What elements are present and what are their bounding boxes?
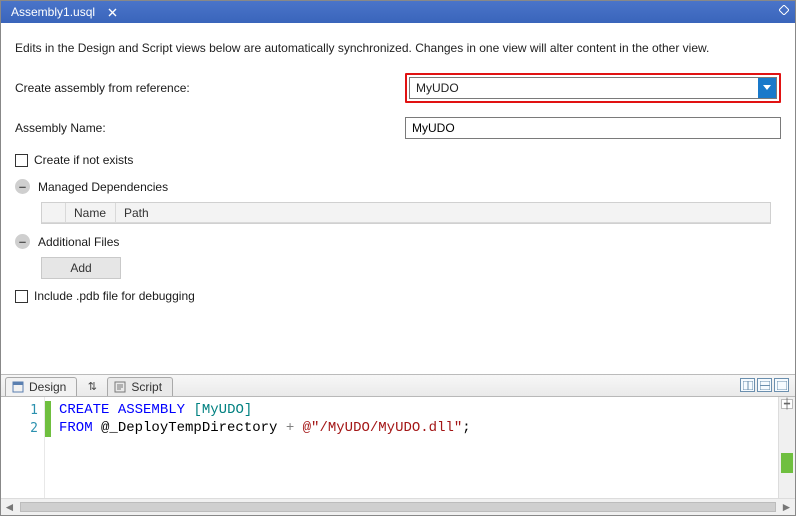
assembly-name-input[interactable]: [405, 117, 781, 139]
additional-files-label: Additional Files: [38, 235, 119, 249]
add-button-label: Add: [70, 261, 91, 275]
script-tab[interactable]: Script: [107, 377, 173, 396]
horizontal-scrollbar[interactable]: ◄ ►: [1, 498, 795, 515]
sync-notice: Edits in the Design and Script views bel…: [15, 41, 781, 55]
code-text[interactable]: CREATE ASSEMBLY [MyUDO] FROM @_DeployTem…: [51, 397, 778, 498]
swap-views-button[interactable]: ⇅: [81, 377, 103, 396]
tok-semi: ;: [462, 420, 470, 436]
document-tab-label: Assembly1.usql: [11, 5, 95, 19]
include-pdb-checkbox[interactable]: [15, 290, 28, 303]
tok-rbrack: ]: [244, 402, 252, 418]
tok-string: @"/MyUDO/MyUDO.dll": [303, 420, 463, 436]
add-button[interactable]: Add: [41, 257, 121, 279]
managed-deps-table: Name Path: [41, 202, 771, 224]
dep-col-blank: [42, 203, 66, 222]
full-view-button[interactable]: [774, 378, 789, 392]
line-number: 1: [1, 401, 44, 419]
line-number-gutter: 1 2: [1, 397, 45, 498]
script-editor: 1 2 CREATE ASSEMBLY [MyUDO] FROM @_Deplo…: [1, 397, 795, 498]
kw-create: CREATE: [59, 402, 109, 418]
script-tab-icon: [114, 381, 126, 393]
editor-window: Assembly1.usql Edits in the Design and S…: [0, 0, 796, 516]
additional-files-header[interactable]: – Additional Files: [15, 234, 781, 249]
collapse-icon[interactable]: –: [15, 179, 30, 194]
document-tab[interactable]: Assembly1.usql: [1, 2, 105, 22]
reference-combo[interactable]: MyUDO: [409, 77, 777, 99]
design-tab[interactable]: Design: [5, 377, 77, 396]
scroll-left-button[interactable]: ◄: [1, 499, 18, 516]
managed-deps-header-row: Name Path: [42, 203, 770, 223]
assembly-name-label: Assembly Name:: [15, 121, 405, 135]
split-vertical-button[interactable]: [757, 378, 772, 392]
split-horizontal-button[interactable]: [740, 378, 755, 392]
create-if-not-exists-label: Create if not exists: [34, 153, 133, 167]
reference-combo-value[interactable]: MyUDO: [410, 78, 758, 98]
reference-combo-highlight: MyUDO: [405, 73, 781, 103]
create-if-not-exists-row[interactable]: Create if not exists: [15, 153, 781, 167]
dep-col-path[interactable]: Path: [116, 203, 770, 222]
reference-label: Create assembly from reference:: [15, 81, 405, 95]
design-tab-icon: [12, 381, 24, 393]
kw-from: FROM: [59, 420, 93, 436]
include-pdb-label: Include .pdb file for debugging: [34, 289, 195, 303]
split-buttons: [740, 378, 789, 392]
line-number: 2: [1, 419, 44, 437]
create-if-not-exists-checkbox[interactable]: [15, 154, 28, 167]
scroll-right-button[interactable]: ►: [778, 499, 795, 516]
design-form: Edits in the Design and Script views bel…: [1, 23, 795, 375]
window-position-icon[interactable]: [777, 3, 791, 17]
include-pdb-row[interactable]: Include .pdb file for debugging: [15, 289, 781, 303]
reference-combo-dropdown-button[interactable]: [758, 78, 776, 98]
overview-change-marker: [781, 453, 793, 473]
tok-var: @_DeployTempDirectory: [93, 420, 286, 436]
view-tab-strip: Design ⇅ Script: [1, 375, 795, 397]
script-tab-label: Script: [131, 380, 162, 394]
tok-space: [294, 420, 302, 436]
tok-plus: +: [286, 420, 294, 436]
scroll-thumb[interactable]: [20, 502, 776, 512]
tok-lbrack: [: [185, 402, 202, 418]
managed-deps-header[interactable]: – Managed Dependencies: [15, 179, 781, 194]
tok-asm-name: MyUDO: [202, 402, 244, 418]
dep-col-name[interactable]: Name: [66, 203, 116, 222]
collapse-icon[interactable]: –: [15, 234, 30, 249]
design-tab-label: Design: [29, 380, 66, 394]
close-tab-button[interactable]: [105, 5, 119, 19]
document-tab-strip: Assembly1.usql: [1, 1, 795, 23]
managed-deps-label: Managed Dependencies: [38, 180, 168, 194]
splitter-handle[interactable]: ┿: [781, 399, 793, 409]
vertical-scrollbar[interactable]: ┿: [778, 397, 795, 498]
kw-assembly: ASSEMBLY: [118, 402, 185, 418]
